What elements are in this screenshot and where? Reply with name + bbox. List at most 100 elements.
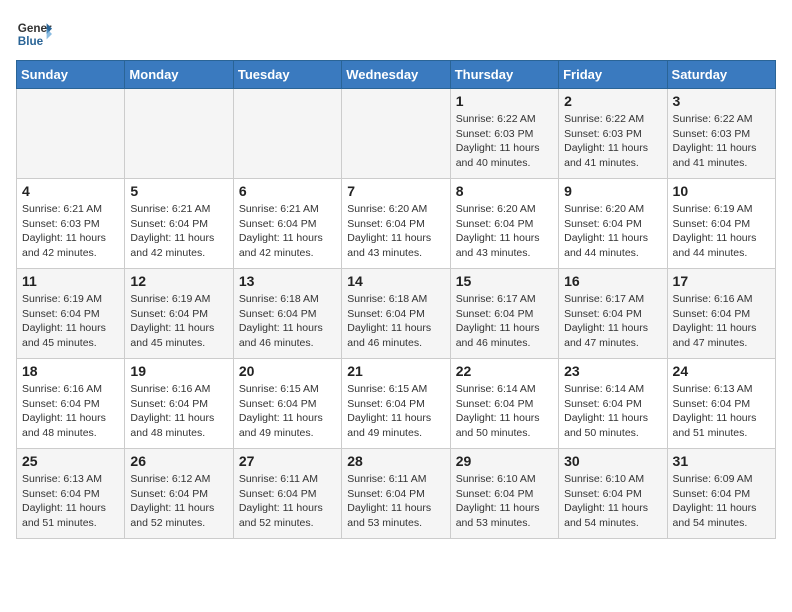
day-number: 25	[22, 453, 119, 469]
day-info: Sunrise: 6:09 AMSunset: 6:04 PMDaylight:…	[673, 472, 770, 531]
day-number: 3	[673, 93, 770, 109]
header-saturday: Saturday	[667, 61, 775, 89]
header-tuesday: Tuesday	[233, 61, 341, 89]
day-cell: 24Sunrise: 6:13 AMSunset: 6:04 PMDayligh…	[667, 359, 775, 449]
day-number: 28	[347, 453, 444, 469]
day-number: 6	[239, 183, 336, 199]
day-info: Sunrise: 6:18 AMSunset: 6:04 PMDaylight:…	[347, 292, 444, 351]
day-cell: 12Sunrise: 6:19 AMSunset: 6:04 PMDayligh…	[125, 269, 233, 359]
day-cell: 8 Sunrise: 6:20 AMSunset: 6:04 PMDaylight…	[450, 179, 558, 269]
day-info: Sunrise: 6:19 AMSunset: 6:04 PMDaylight:…	[673, 202, 770, 261]
day-cell: 17Sunrise: 6:16 AMSunset: 6:04 PMDayligh…	[667, 269, 775, 359]
day-number: 7	[347, 183, 444, 199]
day-info: Sunrise: 6:19 AMSunset: 6:04 PMDaylight:…	[130, 292, 227, 351]
day-cell: 16 Sunrise: 6:17 AMSunset: 6:04 PMDayligh…	[559, 269, 667, 359]
header-sunday: Sunday	[17, 61, 125, 89]
day-cell: 27 Sunrise: 6:11 AMSunset: 6:04 PMDayligh…	[233, 449, 341, 539]
page-header: General Blue	[16, 16, 776, 52]
day-number: 19	[130, 363, 227, 379]
day-info: Sunrise: 6:15 AMSunset: 6:04 PMDaylight:…	[239, 382, 336, 441]
day-number: 20	[239, 363, 336, 379]
day-cell: 13 Sunrise: 6:18 AMSunset: 6:04 PMDayligh…	[233, 269, 341, 359]
header-row: SundayMondayTuesdayWednesdayThursdayFrid…	[17, 61, 776, 89]
day-number: 30	[564, 453, 661, 469]
day-info: Sunrise: 6:16 AMSunset: 6:04 PMDaylight:…	[22, 382, 119, 441]
header-wednesday: Wednesday	[342, 61, 450, 89]
day-info: Sunrise: 6:12 AMSunset: 6:04 PMDaylight:…	[130, 472, 227, 531]
day-cell	[342, 89, 450, 179]
day-info: Sunrise: 6:17 AMSunset: 6:04 PMDaylight:…	[564, 292, 661, 351]
day-info: Sunrise: 6:11 AMSunset: 6:04 PMDaylight:…	[347, 472, 444, 531]
day-cell	[17, 89, 125, 179]
logo-icon: General Blue	[16, 16, 52, 52]
day-info: Sunrise: 6:16 AMSunset: 6:04 PMDaylight:…	[130, 382, 227, 441]
day-cell: 20 Sunrise: 6:15 AMSunset: 6:04 PMDayligh…	[233, 359, 341, 449]
day-info: Sunrise: 6:15 AMSunset: 6:04 PMDaylight:…	[347, 382, 444, 441]
day-cell: 26 Sunrise: 6:12 AMSunset: 6:04 PMDayligh…	[125, 449, 233, 539]
day-number: 27	[239, 453, 336, 469]
day-cell: 4 Sunrise: 6:21 AMSunset: 6:03 PMDaylight…	[17, 179, 125, 269]
day-cell	[233, 89, 341, 179]
day-info: Sunrise: 6:11 AMSunset: 6:04 PMDaylight:…	[239, 472, 336, 531]
header-monday: Monday	[125, 61, 233, 89]
day-info: Sunrise: 6:13 AMSunset: 6:04 PMDaylight:…	[22, 472, 119, 531]
day-number: 17	[673, 273, 770, 289]
day-info: Sunrise: 6:10 AMSunset: 6:04 PMDaylight:…	[564, 472, 661, 531]
day-cell: 31Sunrise: 6:09 AMSunset: 6:04 PMDayligh…	[667, 449, 775, 539]
day-cell: 2 Sunrise: 6:22 AMSunset: 6:03 PMDaylight…	[559, 89, 667, 179]
day-info: Sunrise: 6:10 AMSunset: 6:04 PMDaylight:…	[456, 472, 553, 531]
day-info: Sunrise: 6:22 AMSunset: 6:03 PMDaylight:…	[564, 112, 661, 171]
day-cell: 7 Sunrise: 6:20 AMSunset: 6:04 PMDaylight…	[342, 179, 450, 269]
day-cell: 9Sunrise: 6:20 AMSunset: 6:04 PMDaylight…	[559, 179, 667, 269]
day-number: 13	[239, 273, 336, 289]
day-number: 10	[673, 183, 770, 199]
day-number: 29	[456, 453, 553, 469]
day-cell: 6Sunrise: 6:21 AMSunset: 6:04 PMDaylight…	[233, 179, 341, 269]
day-number: 23	[564, 363, 661, 379]
day-cell: 23Sunrise: 6:14 AMSunset: 6:04 PMDayligh…	[559, 359, 667, 449]
day-cell: 3 Sunrise: 6:22 AMSunset: 6:03 PMDaylight…	[667, 89, 775, 179]
day-cell: 11Sunrise: 6:19 AMSunset: 6:04 PMDayligh…	[17, 269, 125, 359]
day-cell: 28 Sunrise: 6:11 AMSunset: 6:04 PMDayligh…	[342, 449, 450, 539]
day-info: Sunrise: 6:17 AMSunset: 6:04 PMDaylight:…	[456, 292, 553, 351]
day-number: 24	[673, 363, 770, 379]
day-cell: 14Sunrise: 6:18 AMSunset: 6:04 PMDayligh…	[342, 269, 450, 359]
day-number: 26	[130, 453, 227, 469]
header-thursday: Thursday	[450, 61, 558, 89]
day-cell: 15 Sunrise: 6:17 AMSunset: 6:04 PMDayligh…	[450, 269, 558, 359]
day-cell: 5Sunrise: 6:21 AMSunset: 6:04 PMDaylight…	[125, 179, 233, 269]
week-row-5: 25 Sunrise: 6:13 AMSunset: 6:04 PMDayligh…	[17, 449, 776, 539]
svg-text:Blue: Blue	[18, 35, 44, 48]
day-number: 5	[130, 183, 227, 199]
day-info: Sunrise: 6:20 AMSunset: 6:04 PMDaylight:…	[456, 202, 553, 261]
day-number: 2	[564, 93, 661, 109]
day-info: Sunrise: 6:22 AMSunset: 6:03 PMDaylight:…	[456, 112, 553, 171]
week-row-4: 18 Sunrise: 6:16 AMSunset: 6:04 PMDayligh…	[17, 359, 776, 449]
day-number: 16	[564, 273, 661, 289]
calendar-header: SundayMondayTuesdayWednesdayThursdayFrid…	[17, 61, 776, 89]
header-friday: Friday	[559, 61, 667, 89]
day-number: 9	[564, 183, 661, 199]
day-info: Sunrise: 6:21 AMSunset: 6:03 PMDaylight:…	[22, 202, 119, 261]
day-number: 11	[22, 273, 119, 289]
day-info: Sunrise: 6:22 AMSunset: 6:03 PMDaylight:…	[673, 112, 770, 171]
day-cell: 25 Sunrise: 6:13 AMSunset: 6:04 PMDayligh…	[17, 449, 125, 539]
day-number: 21	[347, 363, 444, 379]
week-row-2: 4 Sunrise: 6:21 AMSunset: 6:03 PMDaylight…	[17, 179, 776, 269]
day-number: 18	[22, 363, 119, 379]
calendar-table: SundayMondayTuesdayWednesdayThursdayFrid…	[16, 60, 776, 539]
day-number: 22	[456, 363, 553, 379]
week-row-3: 11 Sunrise: 6:19 AMSunset: 6:04 PMDayligh…	[17, 269, 776, 359]
day-cell: 30 Sunrise: 6:10 AMSunset: 6:04 PMDayligh…	[559, 449, 667, 539]
day-number: 15	[456, 273, 553, 289]
day-info: Sunrise: 6:20 AMSunset: 6:04 PMDaylight:…	[347, 202, 444, 261]
day-info: Sunrise: 6:18 AMSunset: 6:04 PMDaylight:…	[239, 292, 336, 351]
day-cell: 22Sunrise: 6:14 AMSunset: 6:04 PMDayligh…	[450, 359, 558, 449]
day-number: 8	[456, 183, 553, 199]
day-cell: 19 Sunrise: 6:16 AMSunset: 6:04 PMDayligh…	[125, 359, 233, 449]
day-cell: 21 Sunrise: 6:15 AMSunset: 6:04 PMDayligh…	[342, 359, 450, 449]
week-row-1: 1Sunrise: 6:22 AMSunset: 6:03 PMDaylight…	[17, 89, 776, 179]
day-number: 4	[22, 183, 119, 199]
day-cell	[125, 89, 233, 179]
calendar-body: 1Sunrise: 6:22 AMSunset: 6:03 PMDaylight…	[17, 89, 776, 539]
